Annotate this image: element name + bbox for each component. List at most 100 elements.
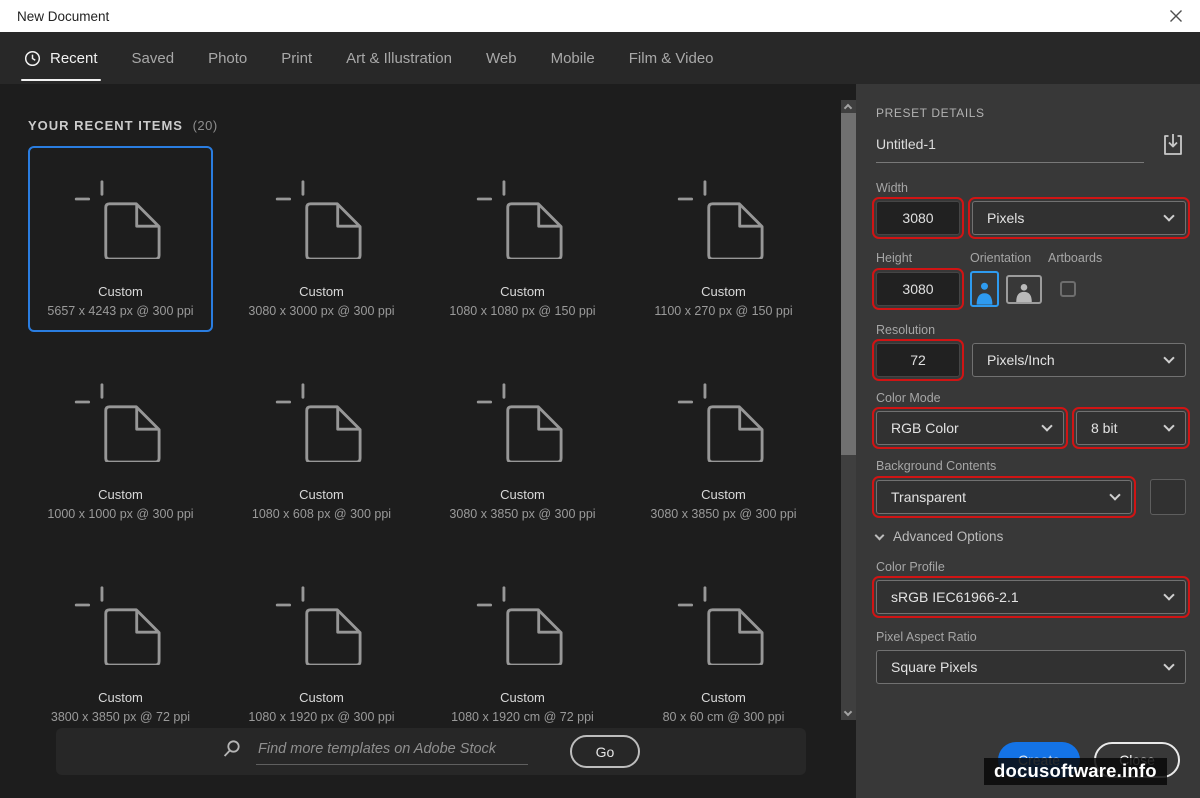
chevron-down-icon — [1163, 210, 1175, 222]
document-preset-icon — [676, 148, 772, 284]
recent-item-dimensions: 1000 x 1000 px @ 300 ppi — [47, 507, 194, 521]
chevron-down-icon — [874, 530, 885, 540]
bit-depth-select[interactable]: 8 bit — [1072, 407, 1190, 449]
color-profile-label: Color Profile — [876, 560, 945, 574]
watermark: docusoftware.info — [984, 758, 1167, 785]
recent-item-card[interactable]: Custom 1000 x 1000 px @ 300 ppi — [28, 349, 213, 535]
recent-item-dimensions: 80 x 60 cm @ 300 ppi — [662, 710, 785, 724]
scrollbar-track[interactable] — [841, 100, 856, 720]
recent-item-dimensions: 3080 x 3850 px @ 300 ppi — [449, 507, 596, 521]
recent-item-name: Custom — [299, 284, 344, 299]
document-preset-icon — [676, 351, 772, 487]
chevron-down-icon — [1041, 420, 1053, 432]
recent-item-name: Custom — [299, 690, 344, 705]
background-contents-select[interactable]: Transparent — [872, 476, 1136, 518]
recent-item-name: Custom — [701, 487, 746, 502]
recent-item-dimensions: 3800 x 3850 px @ 72 ppi — [50, 710, 191, 724]
recent-item-dimensions: 3080 x 3850 px @ 300 ppi — [650, 507, 797, 521]
document-preset-icon — [274, 554, 370, 690]
category-tab[interactable]: Saved — [132, 32, 175, 84]
category-tab[interactable]: Art & Illustration — [346, 32, 452, 84]
chevron-down-icon — [1163, 420, 1175, 432]
document-preset-icon — [73, 148, 169, 284]
preset-details-heading: PRESET DETAILS — [876, 106, 985, 120]
recent-item-card[interactable]: Custom 5657 x 4243 px @ 300 ppi — [28, 146, 213, 332]
recent-item-name: Custom — [500, 487, 545, 502]
height-label: Height — [876, 251, 913, 265]
recent-item-name: Custom — [98, 487, 143, 502]
category-tab[interactable]: Photo — [208, 32, 247, 84]
orientation-landscape-button[interactable] — [1006, 274, 1042, 304]
height-input[interactable] — [872, 268, 964, 310]
document-preset-icon — [73, 554, 169, 690]
category-tab[interactable]: Film & Video — [629, 32, 714, 84]
document-preset-icon — [274, 351, 370, 487]
window-title: New Document — [17, 8, 110, 24]
recent-item-card[interactable]: Custom 1080 x 1080 px @ 150 ppi — [430, 146, 615, 332]
artboards-label: Artboards — [1048, 251, 1103, 265]
chevron-down-icon — [1109, 489, 1121, 501]
pixel-aspect-ratio-label: Pixel Aspect Ratio — [876, 630, 977, 644]
recent-item-card[interactable]: Custom 3080 x 3850 px @ 300 ppi — [631, 349, 816, 535]
recent-item-card[interactable]: Custom 1080 x 1920 cm @ 72 ppi — [430, 552, 615, 738]
recent-items-count: (20) — [192, 118, 218, 133]
scroll-down-icon[interactable] — [843, 707, 853, 717]
vertical-scrollbar[interactable] — [841, 84, 856, 798]
recent-item-name: Custom — [701, 690, 746, 705]
resolution-label: Resolution — [876, 323, 936, 337]
recent-item-card[interactable]: Custom 1100 x 270 px @ 150 ppi — [631, 146, 816, 332]
recent-item-dimensions: 1080 x 1920 cm @ 72 ppi — [451, 710, 594, 724]
recent-item-dimensions: 5657 x 4243 px @ 300 ppi — [47, 304, 194, 318]
category-tab[interactable]: Mobile — [551, 32, 595, 84]
resolution-input[interactable] — [872, 339, 964, 381]
artboards-checkbox[interactable] — [1060, 281, 1076, 297]
recent-items-grid: Custom 5657 x 4243 px @ 300 ppi Custom 3… — [28, 146, 841, 738]
go-button[interactable]: Go — [570, 735, 640, 768]
category-tab-label: Recent — [50, 49, 98, 67]
width-unit-select[interactable]: Pixels — [968, 197, 1190, 239]
category-tab[interactable]: Web — [486, 32, 517, 84]
search-icon — [222, 739, 242, 764]
stock-search-input[interactable] — [256, 738, 528, 765]
document-name-field[interactable]: Untitled-1 — [876, 136, 1144, 163]
recent-item-name: Custom — [500, 690, 545, 705]
category-tab-label: Web — [486, 49, 517, 67]
color-mode-label: Color Mode — [876, 391, 941, 405]
category-tab-label: Photo — [208, 49, 248, 67]
category-tab-label: Art & Illustration — [346, 49, 452, 67]
advanced-options-toggle[interactable]: Advanced Options — [874, 529, 1186, 544]
scrollbar-thumb[interactable] — [841, 113, 856, 455]
recent-items-heading-text: YOUR RECENT ITEMS — [28, 118, 183, 133]
close-icon[interactable] — [1169, 9, 1183, 23]
recent-item-card[interactable]: Custom 80 x 60 cm @ 300 ppi — [631, 552, 816, 738]
pixel-aspect-ratio-select[interactable]: Square Pixels — [876, 650, 1186, 684]
scroll-up-icon[interactable] — [843, 103, 853, 113]
category-tabbar: Recent Saved Photo Print Art & Illustrat… — [0, 32, 1200, 84]
width-input[interactable] — [872, 197, 964, 239]
recent-item-dimensions: 1080 x 1920 px @ 300 ppi — [248, 710, 395, 724]
color-mode-select[interactable]: RGB Color — [872, 407, 1068, 449]
background-color-swatch[interactable] — [1150, 479, 1186, 515]
recent-item-name: Custom — [98, 690, 143, 705]
recent-item-dimensions: 3080 x 3000 px @ 300 ppi — [248, 304, 395, 318]
category-tab-label: Saved — [131, 49, 175, 67]
recent-item-card[interactable]: Custom 1080 x 608 px @ 300 ppi — [229, 349, 414, 535]
dialog-titlebar: New Document — [0, 0, 1200, 32]
recent-item-card[interactable]: Custom 3080 x 3000 px @ 300 ppi — [229, 146, 414, 332]
chevron-down-icon — [1163, 589, 1175, 601]
recent-item-name: Custom — [98, 284, 143, 299]
recent-item-card[interactable]: Custom 1080 x 1920 px @ 300 ppi — [229, 552, 414, 738]
category-tab[interactable]: Print — [281, 32, 312, 84]
resolution-unit-select[interactable]: Pixels/Inch — [972, 343, 1186, 377]
color-profile-select[interactable]: sRGB IEC61966-2.1 — [872, 576, 1190, 618]
save-preset-icon[interactable] — [1160, 132, 1186, 163]
category-tab-label: Mobile — [550, 49, 595, 67]
chevron-down-icon — [1163, 659, 1175, 671]
recent-item-card[interactable]: Custom 3080 x 3850 px @ 300 ppi — [430, 349, 615, 535]
recent-item-dimensions: 1080 x 1080 px @ 150 ppi — [449, 304, 596, 318]
recent-item-dimensions: 1100 x 270 px @ 150 ppi — [654, 304, 793, 318]
category-tab[interactable]: Recent — [21, 32, 101, 84]
recent-item-card[interactable]: Custom 3800 x 3850 px @ 72 ppi — [28, 552, 213, 738]
orientation-portrait-button[interactable] — [970, 271, 999, 307]
width-label: Width — [876, 181, 908, 195]
